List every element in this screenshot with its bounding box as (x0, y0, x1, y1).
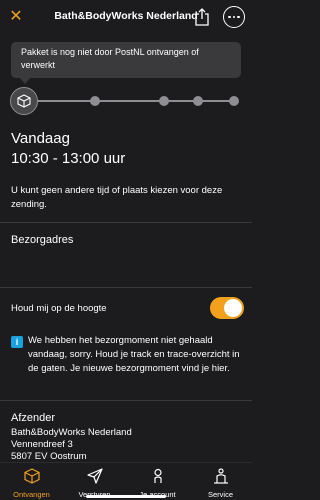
bubble-pointer (19, 77, 31, 84)
notify-toggle[interactable] (210, 297, 244, 319)
sender-name: Bath&BodyWorks Nederland (11, 427, 132, 438)
send-icon (86, 468, 103, 484)
person-icon (153, 468, 162, 483)
tracking-step (159, 96, 169, 106)
tab-service[interactable]: Service (189, 463, 252, 500)
more-options-icon[interactable] (223, 6, 245, 28)
close-icon[interactable]: ✕ (6, 6, 26, 26)
divider (0, 400, 252, 401)
top-bar: ✕ Bath&BodyWorks Nederland (0, 0, 252, 36)
divider (0, 287, 252, 288)
status-message: Pakket is nog niet door PostNL ontvangen… (11, 42, 241, 78)
tab-ontvangen[interactable]: Ontvangen (0, 463, 63, 500)
delivery-note: U kunt geen andere tijd of plaats kiezen… (11, 185, 223, 210)
page-title: Bath&BodyWorks Nederland (54, 10, 198, 22)
tab-label: Ontvangen (13, 490, 50, 499)
delivery-date: Vandaag (11, 130, 70, 147)
service-icon (213, 468, 228, 484)
info-icon: i (11, 336, 23, 348)
notify-label: Houd mij op de hoogte (11, 303, 107, 314)
home-indicator (86, 495, 166, 498)
package-icon (23, 468, 40, 484)
divider (0, 222, 252, 223)
tab-label: Service (207, 490, 233, 499)
share-icon[interactable] (193, 7, 211, 27)
info-message[interactable]: We hebben het bezorgmoment niet gehaald … (28, 334, 243, 376)
package-icon (17, 94, 31, 108)
tracking-step-current (10, 87, 38, 115)
tracking-step (229, 96, 239, 106)
tracking-step (90, 96, 100, 106)
tracking-step (193, 96, 203, 106)
address-section-title[interactable]: Bezorgadres (11, 234, 73, 246)
sender-street: Vennendreef 3 (11, 439, 73, 450)
sender-section-title: Afzender (11, 412, 56, 424)
delivery-time-window: 10:30 - 13:00 uur (11, 150, 126, 167)
